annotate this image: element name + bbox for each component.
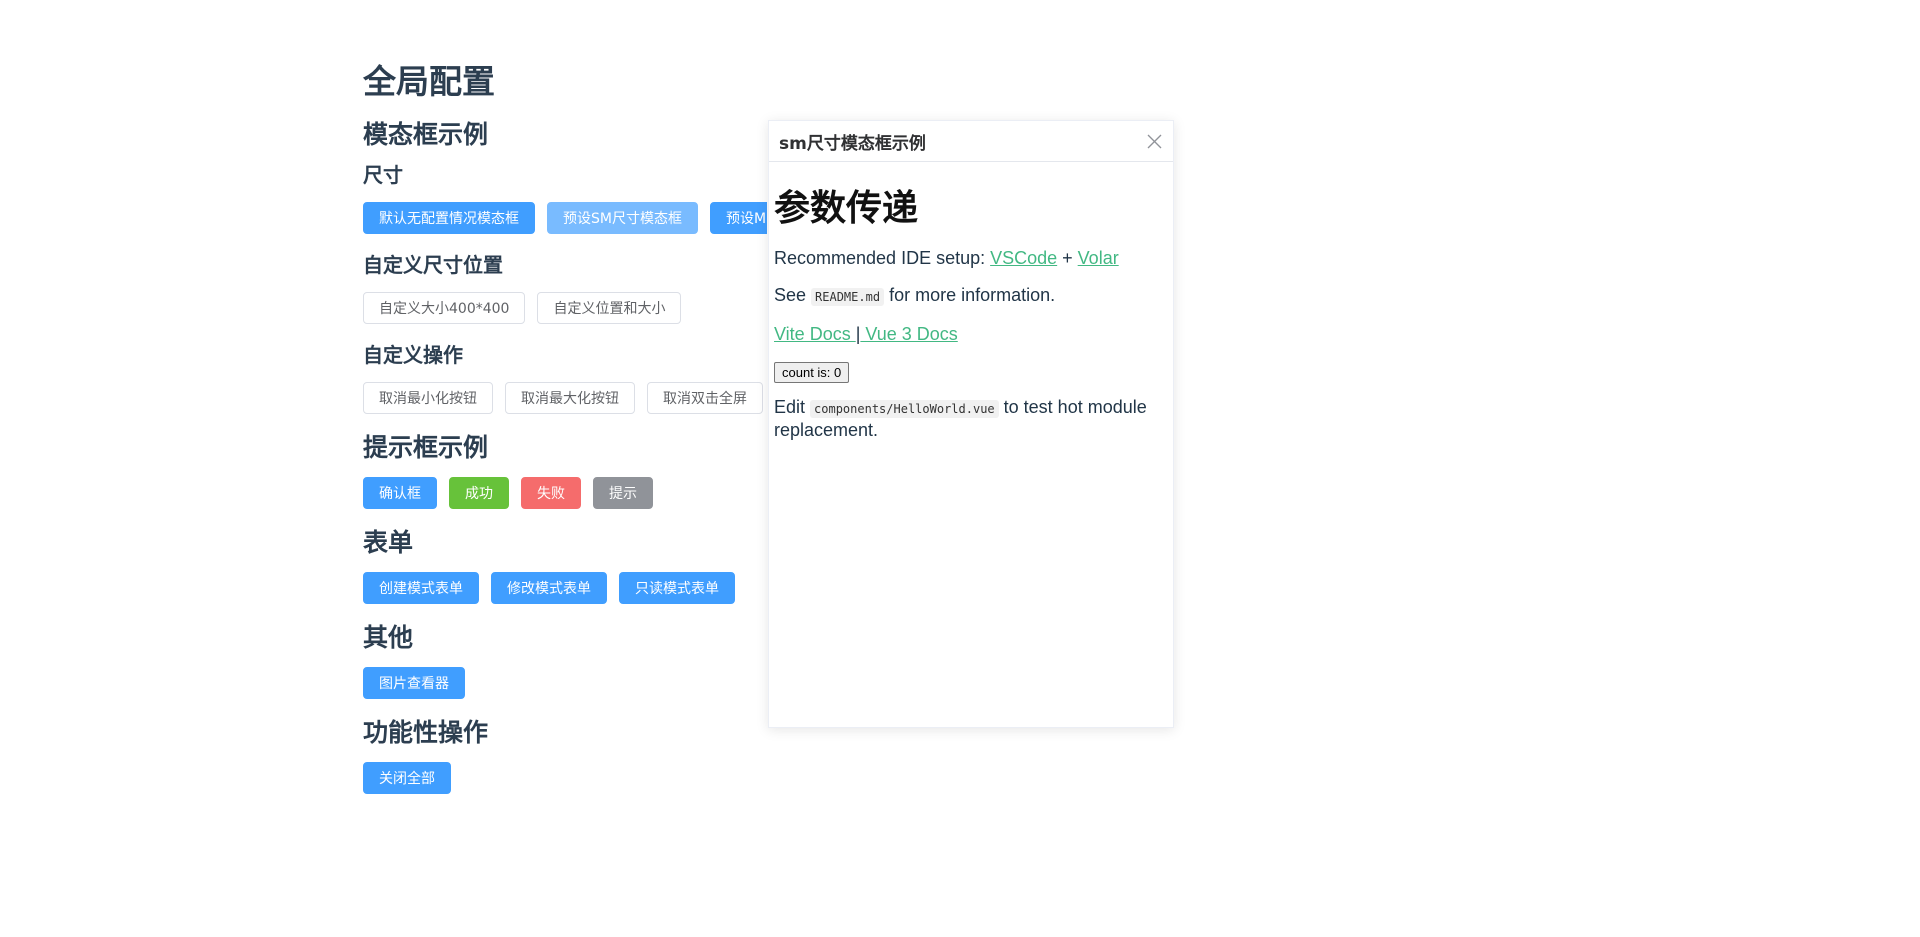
cancel-dblclick-fullscreen-button[interactable]: 取消双击全屏 <box>647 382 763 414</box>
cancel-minimize-button[interactable]: 取消最小化按钮 <box>363 382 493 414</box>
see-prefix: See <box>774 285 812 305</box>
readme-text: See README.md for more information. <box>774 285 1168 308</box>
modal-header[interactable]: sm尺寸模态框示例 <box>769 121 1173 162</box>
hint-button[interactable]: 提示 <box>593 477 653 509</box>
edit-prefix: Edit <box>774 397 811 417</box>
custom-ops-button-row: 取消最小化按钮 取消最大化按钮 取消双击全屏 <box>363 382 767 414</box>
cancel-maximize-button[interactable]: 取消最大化按钮 <box>505 382 635 414</box>
edit-code: components/HelloWorld.vue <box>810 400 999 418</box>
func-button-row: 关闭全部 <box>363 762 883 794</box>
see-suffix: for more information. <box>884 285 1056 305</box>
ide-prefix: Recommended IDE setup: <box>774 248 991 268</box>
vue-docs-link[interactable]: Vue 3 Docs <box>860 324 957 344</box>
modal-heading: 参数传递 <box>774 187 919 228</box>
modal-title: sm尺寸模态框示例 <box>779 133 926 154</box>
image-viewer-button[interactable]: 图片查看器 <box>363 667 465 699</box>
ide-setup-text: Recommended IDE setup: VSCode + Volar <box>774 248 1168 269</box>
sm-modal-dialog: sm尺寸模态框示例 参数传递 Recommended IDE setup: VS… <box>768 120 1174 728</box>
ide-plus: + <box>1057 248 1078 268</box>
create-form-button[interactable]: 创建模式表单 <box>363 572 479 604</box>
default-modal-button[interactable]: 默认无配置情况模态框 <box>363 202 535 234</box>
edit-text: Edit components/HelloWorld.vue to test h… <box>774 397 1168 441</box>
sm-modal-button[interactable]: 预设SM尺寸模态框 <box>547 202 698 234</box>
count-button[interactable]: count is: 0 <box>774 362 850 383</box>
count-row: count is: 0 <box>774 361 1168 383</box>
close-all-button[interactable]: 关闭全部 <box>363 762 451 794</box>
success-button[interactable]: 成功 <box>449 477 509 509</box>
vite-docs-link[interactable]: Vite Docs <box>774 324 856 344</box>
md-modal-button[interactable]: 预设MD尺寸模态框 <box>709 202 767 234</box>
volar-link[interactable]: Volar <box>1078 248 1119 268</box>
docs-links: Vite Docs | Vue 3 Docs <box>774 324 1168 345</box>
custom-position-size-button[interactable]: 自定义位置和大小 <box>537 292 682 324</box>
modal-body: 参数传递 Recommended IDE setup: VSCode + Vol… <box>769 162 1173 462</box>
size-button-row: 默认无配置情况模态框 预设SM尺寸模态框 预设MD尺寸模态框 <box>363 202 767 234</box>
close-icon[interactable] <box>1146 133 1163 150</box>
readme-code: README.md <box>811 288 885 306</box>
vscode-link[interactable]: VSCode <box>990 248 1057 268</box>
confirm-button[interactable]: 确认框 <box>363 477 437 509</box>
edit-form-button[interactable]: 修改模式表单 <box>491 572 607 604</box>
readonly-form-button[interactable]: 只读模式表单 <box>619 572 735 604</box>
page-title: 全局配置 <box>363 63 495 100</box>
custom-size-400-button[interactable]: 自定义大小400*400 <box>363 292 526 324</box>
fail-button[interactable]: 失败 <box>521 477 581 509</box>
